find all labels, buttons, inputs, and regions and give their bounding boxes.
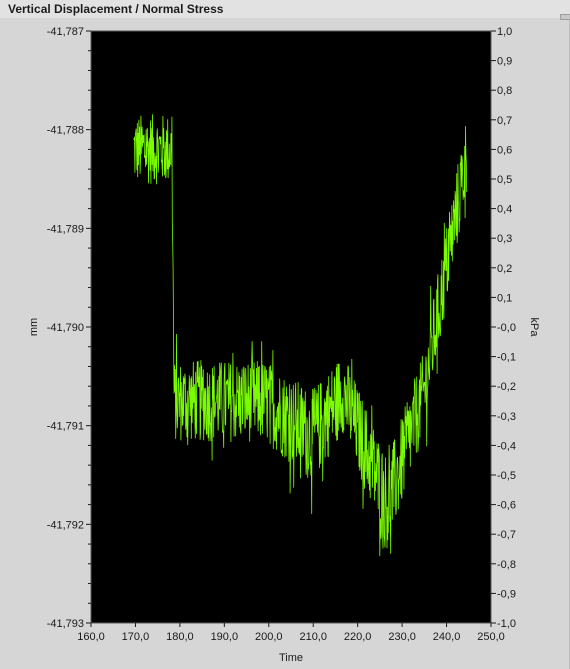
x-tick-label: 170,0	[122, 631, 150, 643]
x-tick-label: 210,0	[299, 631, 327, 643]
y2-tick-label: 1,0	[497, 26, 512, 38]
y-tick-label: -41,790	[47, 322, 84, 334]
y2-tick-label: -0,4	[497, 440, 516, 452]
y2-tick-label: -0,7	[497, 529, 516, 541]
y2-tick-label: -0,6	[497, 500, 516, 512]
x-tick-label: 160,0	[77, 631, 105, 643]
x-tick-label: 180,0	[166, 631, 194, 643]
y2-tick-label: 0,5	[497, 174, 512, 186]
y2-tick-label: 0,8	[497, 85, 512, 97]
y2-tick-label: -0,8	[497, 559, 516, 571]
y-axis-title: mm	[28, 318, 40, 336]
x-axis-title: Time	[279, 652, 303, 664]
y-tick-label: -41,787	[47, 26, 84, 38]
y2-tick-label: 0,6	[497, 144, 512, 156]
y-tick-label: -41,788	[47, 125, 84, 137]
y-tick-label: -41,791	[47, 421, 84, 433]
x-tick-label: 250,0	[477, 631, 505, 643]
y2-tick-label: 0,1	[497, 292, 512, 304]
y2-tick-label: -0,2	[497, 381, 516, 393]
y2-tick-label: -0,1	[497, 352, 516, 364]
y-tick-label: -41,793	[47, 618, 84, 630]
y2-tick-label: 0,2	[497, 263, 512, 275]
y2-tick-label: -0,3	[497, 411, 516, 423]
y2-tick-label: 0,3	[497, 233, 512, 245]
y2-tick-label: -1,0	[497, 618, 516, 630]
y2-tick-label: 0,7	[497, 115, 512, 127]
y2-tick-label: -0,9	[497, 588, 516, 600]
x-tick-label: 230,0	[388, 631, 416, 643]
y-tick-label: -41,789	[47, 223, 84, 235]
x-tick-label: 190,0	[211, 631, 239, 643]
y2-tick-label: 0,4	[497, 204, 512, 216]
x-tick-label: 220,0	[344, 631, 372, 643]
y2-axis-title: kPa	[528, 318, 540, 338]
y2-tick-label: -0,5	[497, 470, 516, 482]
chart-svg: 160,0 170,0 180,0 190,0 200,0 210,0 220,0 230,0…	[28, 26, 540, 664]
x-tick-label: 240,0	[433, 631, 461, 643]
y-tick-label: -41,792	[47, 519, 84, 531]
y2-tick-label: -0,0	[497, 322, 516, 334]
y2-tick-label: 0,9	[497, 56, 512, 68]
x-tick-label: 200,0	[255, 631, 283, 643]
